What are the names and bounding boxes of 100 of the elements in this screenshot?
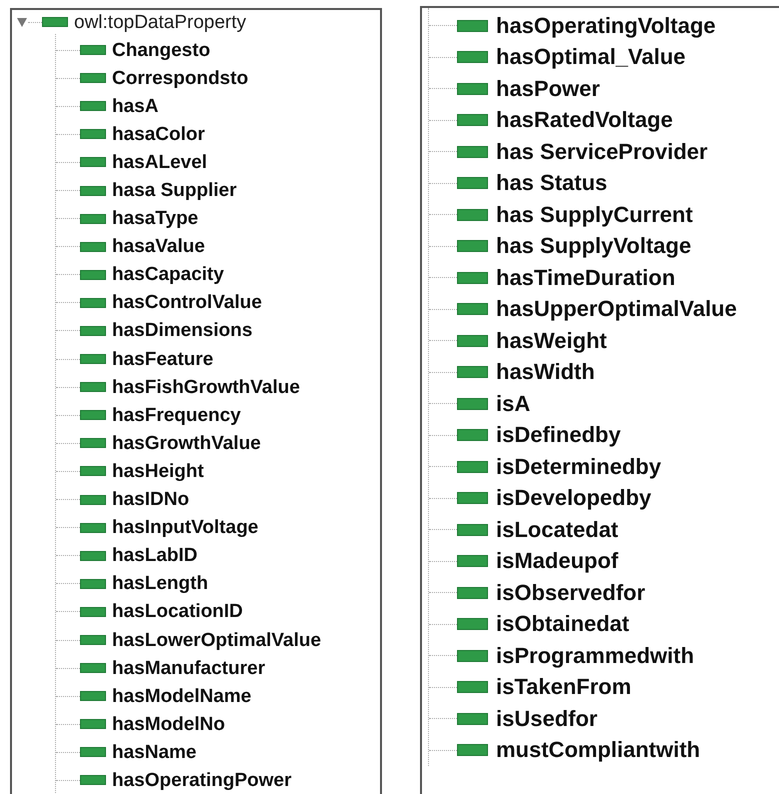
property-icon bbox=[457, 429, 488, 442]
property-icon bbox=[457, 555, 488, 568]
tree-item[interactable]: hasA bbox=[112, 96, 158, 116]
property-icon bbox=[80, 747, 106, 758]
tree-item[interactable]: has ServiceProvider bbox=[496, 140, 708, 163]
property-icon bbox=[80, 578, 106, 589]
property-icon bbox=[457, 272, 488, 284]
property-icon bbox=[80, 326, 106, 336]
property-icon bbox=[457, 82, 488, 95]
tree-item[interactable]: has SupplyCurrent bbox=[496, 204, 693, 226]
tree-item[interactable]: has SupplyVoltage bbox=[496, 235, 692, 258]
tree-item[interactable]: isTakenFrom bbox=[496, 676, 632, 698]
tree-item[interactable]: isLocatedat bbox=[496, 518, 618, 541]
property-icon bbox=[80, 157, 106, 168]
property-icon bbox=[457, 366, 488, 378]
property-icon bbox=[80, 45, 106, 56]
tree-item[interactable]: hasaType bbox=[112, 209, 198, 228]
tree-item[interactable]: isMadeupof bbox=[496, 550, 618, 572]
tree-item[interactable]: hasWeight bbox=[496, 330, 607, 352]
property-icon bbox=[457, 146, 488, 158]
property-icon bbox=[80, 242, 106, 252]
tree-item[interactable]: hasFrequency bbox=[112, 406, 241, 425]
property-icon bbox=[80, 635, 106, 646]
tree-item[interactable]: hasOperatingPower bbox=[112, 770, 292, 790]
tree-item[interactable]: isA bbox=[496, 392, 530, 415]
tree-item[interactable]: hasFeature bbox=[112, 350, 214, 369]
tree-item[interactable]: isObtainedat bbox=[496, 613, 630, 636]
tree-item[interactable]: isDeterminedby bbox=[496, 456, 662, 478]
tree-item[interactable]: hasTimeDuration bbox=[496, 266, 676, 289]
tree-item[interactable]: isUsedfor bbox=[496, 708, 598, 730]
tree-root-item[interactable]: owl:topDataProperty bbox=[74, 12, 246, 32]
tree-item[interactable]: mustCompliantwith bbox=[496, 739, 700, 762]
tree-item[interactable]: hasWidth bbox=[496, 361, 595, 384]
tree-item[interactable]: hasOperatingVoltage bbox=[496, 14, 716, 37]
tree-item[interactable]: hasHeight bbox=[112, 462, 204, 481]
property-icon bbox=[457, 586, 488, 599]
tree-item[interactable]: hasa Supplier bbox=[112, 181, 237, 200]
tree-item[interactable]: hasName bbox=[112, 742, 196, 762]
tree-item[interactable]: hasDimensions bbox=[112, 321, 252, 340]
tree-item[interactable]: isDefinedby bbox=[496, 424, 621, 446]
tree-item[interactable]: hasCapacity bbox=[112, 265, 224, 284]
tree-item[interactable]: hasControlValue bbox=[112, 293, 262, 312]
tree-item[interactable]: hasGrowthValue bbox=[112, 434, 261, 453]
property-icon bbox=[80, 214, 106, 224]
tree-item[interactable]: hasManufacturer bbox=[112, 658, 266, 678]
property-icon bbox=[80, 691, 106, 702]
property-icon bbox=[457, 114, 488, 126]
property-icon bbox=[457, 177, 488, 190]
property-icon bbox=[42, 17, 68, 27]
property-icon bbox=[457, 650, 488, 662]
tree-item[interactable]: hasLabID bbox=[112, 546, 198, 566]
tree-item[interactable]: hasRatedVoltage bbox=[496, 109, 673, 132]
property-icon bbox=[80, 663, 106, 674]
tree-item[interactable]: Correspondsto bbox=[112, 68, 248, 88]
property-icon bbox=[457, 20, 488, 32]
tree-item[interactable]: hasIDNo bbox=[112, 490, 190, 510]
tree-item[interactable]: hasLocationID bbox=[112, 602, 243, 622]
property-icon bbox=[457, 681, 488, 694]
property-icon bbox=[457, 334, 488, 347]
tree-item[interactable]: hasLength bbox=[112, 574, 208, 594]
tree-item[interactable]: hasModelNo bbox=[112, 714, 225, 734]
tree-item[interactable]: hasUpperOptimalValue bbox=[496, 298, 737, 320]
property-icon bbox=[457, 398, 488, 410]
tree-item[interactable]: isProgrammedwith bbox=[496, 644, 694, 667]
property-icon bbox=[457, 240, 488, 252]
property-icon bbox=[80, 270, 106, 280]
property-icon bbox=[80, 522, 106, 533]
tree-item[interactable]: hasFishGrowthValue bbox=[112, 378, 300, 397]
property-icon bbox=[457, 460, 488, 473]
expand-toggle-icon[interactable] bbox=[16, 16, 28, 28]
tree-item[interactable]: hasModelName bbox=[112, 686, 252, 706]
tree-item[interactable]: hasPower bbox=[496, 78, 600, 100]
property-icon bbox=[457, 618, 488, 630]
tree-item[interactable]: hasInputVoltage bbox=[112, 518, 258, 538]
property-icon bbox=[80, 719, 106, 730]
tree-item[interactable]: has Status bbox=[496, 172, 608, 194]
tree-item[interactable]: hasOptimal_Value bbox=[496, 46, 686, 68]
property-icon bbox=[80, 129, 106, 140]
tree-item[interactable]: isObservedfor bbox=[496, 582, 646, 604]
property-icon bbox=[80, 101, 106, 112]
property-icon bbox=[457, 712, 488, 725]
tree-item[interactable]: hasaValue bbox=[112, 237, 205, 256]
tree-item[interactable]: hasaColor bbox=[112, 124, 205, 144]
property-icon bbox=[80, 466, 106, 476]
property-icon bbox=[457, 744, 488, 756]
property-icon bbox=[80, 186, 106, 196]
property-icon bbox=[80, 410, 106, 420]
tree-item[interactable]: hasLowerOptimalValue bbox=[112, 630, 322, 650]
tree-item[interactable]: Changesto bbox=[112, 40, 210, 60]
property-icon bbox=[457, 303, 488, 316]
property-icon bbox=[80, 382, 106, 392]
property-icon bbox=[457, 208, 488, 221]
property-icon bbox=[80, 775, 106, 786]
property-icon bbox=[457, 51, 488, 64]
property-icon bbox=[457, 524, 488, 536]
property-icon bbox=[80, 438, 106, 448]
property-icon bbox=[80, 73, 106, 84]
tree-item[interactable]: isDevelopedby bbox=[496, 487, 652, 510]
property-icon bbox=[80, 354, 106, 364]
tree-item[interactable]: hasALevel bbox=[112, 152, 208, 172]
